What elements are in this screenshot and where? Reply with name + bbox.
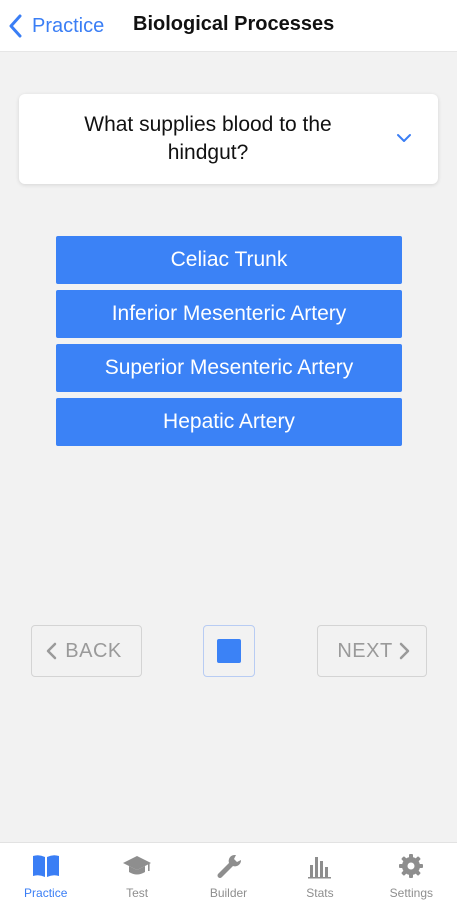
answer-button[interactable]: Hepatic Artery <box>56 398 402 446</box>
wrench-icon <box>214 852 244 880</box>
chevron-left-icon <box>8 12 28 40</box>
next-button-label: NEXT <box>337 639 393 662</box>
question-card[interactable]: What supplies blood to the hindgut? <box>19 94 438 184</box>
tab-label: Test <box>126 886 149 900</box>
answer-button[interactable]: Inferior Mesenteric Artery <box>56 290 402 338</box>
back-link-label: Practice <box>32 14 105 37</box>
book-icon <box>31 852 61 880</box>
navigation-bar: Practice Biological Processes <box>0 0 457 52</box>
stop-button[interactable] <box>203 625 255 677</box>
gear-icon <box>396 852 426 880</box>
chevron-right-icon <box>399 642 413 660</box>
bar-chart-icon <box>305 852 335 880</box>
chevron-down-icon[interactable] <box>396 130 412 146</box>
back-button-label: BACK <box>65 639 122 662</box>
answer-button[interactable]: Superior Mesenteric Artery <box>56 344 402 392</box>
next-button[interactable]: NEXT <box>317 625 427 677</box>
tab-settings[interactable]: Settings <box>366 843 457 900</box>
page-title: Biological Processes <box>133 13 335 35</box>
tab-test[interactable]: Test <box>91 843 182 900</box>
tab-label: Practice <box>24 886 68 900</box>
tab-stats[interactable]: Stats <box>274 843 365 900</box>
question-text: What supplies blood to the hindgut? <box>84 113 332 164</box>
stop-icon <box>217 639 241 663</box>
answer-button[interactable]: Celiac Trunk <box>56 236 402 284</box>
back-button[interactable]: BACK <box>31 625 142 677</box>
tab-label: Stats <box>306 886 334 900</box>
back-to-practice-link[interactable]: Practice <box>8 10 104 42</box>
tab-label: Settings <box>389 886 433 900</box>
chevron-left-icon <box>45 642 59 660</box>
answer-list: Celiac Trunk Inferior Mesenteric Artery … <box>56 236 402 452</box>
tab-practice[interactable]: Practice <box>0 843 91 900</box>
tab-bar: Practice Test Builder Stats Settings <box>0 842 457 900</box>
graduation-cap-icon <box>122 852 152 880</box>
tab-label: Builder <box>209 886 248 900</box>
tab-builder[interactable]: Builder <box>183 843 274 900</box>
